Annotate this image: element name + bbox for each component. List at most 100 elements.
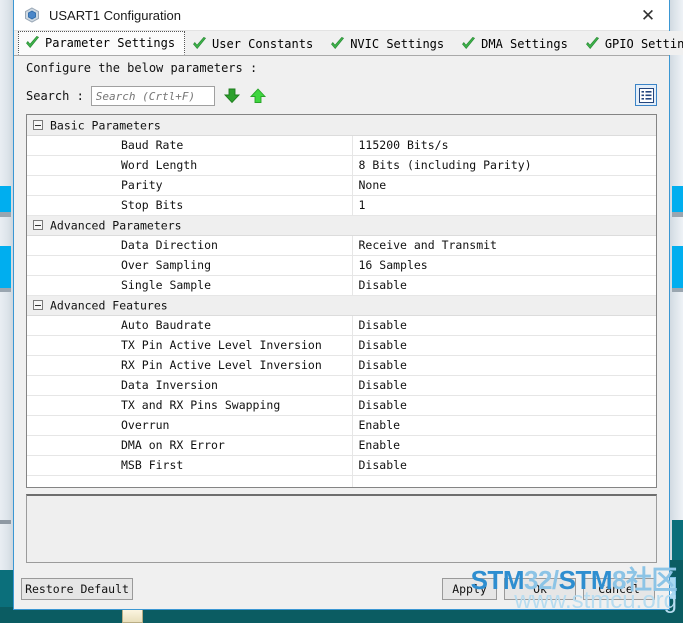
table-filler-row [27, 475, 656, 487]
tab-gpio-settings[interactable]: GPIO Settings [577, 31, 683, 55]
parameter-value[interactable]: Disable [352, 455, 656, 476]
parameter-value[interactable]: Enable [352, 415, 656, 436]
arrow-down-icon[interactable] [223, 87, 241, 105]
apply-button[interactable]: Apply [442, 578, 497, 600]
parameter-group-header[interactable]: Advanced Features [27, 295, 656, 316]
parameter-name: Data Inversion [27, 375, 353, 396]
parameter-value[interactable]: Disable [352, 355, 656, 376]
parameter-value[interactable]: Disable [352, 335, 656, 356]
tab-strip: Parameter Settings User Constants NVIC S… [14, 31, 683, 56]
search-row: Search : [14, 80, 669, 112]
empty-cell [352, 475, 656, 487]
group-label: Basic Parameters [50, 118, 161, 132]
parameter-value[interactable]: None [352, 175, 656, 196]
tab-label: NVIC Settings [350, 36, 445, 51]
parameter-value[interactable]: 16 Samples [352, 255, 656, 276]
close-icon[interactable]: ✕ [633, 4, 663, 28]
background-accent-left-3 [0, 570, 13, 607]
collapse-icon[interactable] [33, 120, 43, 130]
restore-default-button[interactable]: Restore Default [21, 578, 133, 600]
collapse-icon[interactable] [33, 300, 43, 311]
parameter-name: TX Pin Active Level Inversion [27, 335, 353, 356]
tab-dma-settings[interactable]: DMA Settings [454, 31, 578, 55]
table-row[interactable]: Parity None [27, 175, 656, 196]
background-divider-right-1 [672, 212, 683, 217]
parameter-value[interactable]: Disable [352, 375, 656, 396]
window-title: USART1 Configuration [49, 7, 181, 23]
parameter-name: RX Pin Active Level Inversion [27, 355, 353, 376]
table-row[interactable]: TX Pin Active Level Inversion Disable [27, 335, 656, 356]
search-label: Search : [26, 89, 84, 103]
parameter-name: Stop Bits [27, 195, 353, 216]
background-divider-left-2 [0, 288, 11, 292]
list-view-icon[interactable] [635, 84, 657, 106]
ok-button[interactable]: Ok [504, 578, 576, 600]
search-input[interactable] [90, 86, 215, 106]
parameter-name: TX and RX Pins Swapping [27, 395, 353, 416]
background-accent-left-2 [0, 246, 11, 288]
parameter-table[interactable]: Basic Parameters Baud Rate 115200 Bits/s Wo… [26, 114, 657, 488]
background-left-strip [0, 0, 14, 623]
tab-label: GPIO Settings [604, 36, 683, 51]
table-row[interactable]: Stop Bits 1 [27, 195, 656, 216]
background-divider-left-3 [0, 520, 11, 524]
table-row[interactable]: Single Sample Disable [27, 275, 656, 296]
table-row[interactable]: Word Length 8 Bits (including Parity) [27, 155, 656, 176]
parameter-name: Overrun [27, 415, 353, 436]
background-accent-left-1 [0, 186, 11, 212]
collapse-icon[interactable] [33, 220, 43, 231]
table-row[interactable]: DMA on RX Error Enable [27, 435, 656, 456]
description-panel [26, 494, 657, 563]
parameter-value[interactable]: 115200 Bits/s [352, 135, 656, 156]
background-divider-right-2 [672, 288, 683, 292]
green-check-icon [585, 36, 600, 51]
arrow-up-icon[interactable] [249, 87, 267, 105]
table-row[interactable]: Baud Rate 115200 Bits/s [27, 135, 656, 156]
cube-icon [24, 7, 40, 23]
parameter-name: MSB First [27, 455, 353, 476]
tab-label: User Constants [212, 36, 314, 51]
tab-label: DMA Settings [481, 36, 568, 51]
parameter-value[interactable]: Disable [352, 275, 656, 296]
parameter-value[interactable]: 8 Bits (including Parity) [352, 155, 656, 176]
table-row[interactable]: TX and RX Pins Swapping Disable [27, 395, 656, 416]
parameter-group-header[interactable]: Advanced Parameters [27, 215, 656, 236]
green-check-icon [25, 35, 40, 50]
parameter-name: Auto Baudrate [27, 315, 353, 336]
group-label: Advanced Parameters [50, 218, 182, 233]
background-accent-right-2 [672, 246, 683, 288]
table-row[interactable]: Over Sampling 16 Samples [27, 255, 656, 276]
parameter-name: DMA on RX Error [27, 435, 353, 456]
background-accent-right-3 [672, 520, 683, 560]
table-row[interactable]: Data Direction Receive and Transmit [27, 235, 656, 256]
green-check-icon [192, 36, 207, 51]
cancel-button[interactable]: Cancel [583, 578, 655, 600]
parameter-value[interactable]: Disable [352, 315, 656, 336]
usart-configuration-dialog: USART1 Configuration ✕ Parameter Setting… [13, 0, 683, 610]
parameter-value[interactable]: Receive and Transmit [352, 235, 656, 256]
parameter-name: Data Direction [27, 235, 353, 256]
parameter-value[interactable]: Enable [352, 435, 656, 456]
tab-parameter-settings[interactable]: Parameter Settings [18, 31, 186, 55]
group-label: Advanced Features [50, 298, 168, 313]
parameter-name: Single Sample [27, 275, 353, 296]
empty-cell [27, 475, 353, 487]
dialog-button-bar: Restore Default Apply Ok Cancel [14, 563, 669, 609]
parameter-name: Over Sampling [27, 255, 353, 276]
parameter-name: Baud Rate [27, 135, 353, 156]
parameter-value[interactable]: 1 [352, 195, 656, 216]
parameter-value[interactable]: Disable [352, 395, 656, 416]
table-row[interactable]: Auto Baudrate Disable [27, 315, 656, 336]
tab-user-constants[interactable]: User Constants [185, 31, 324, 55]
table-row[interactable]: RX Pin Active Level Inversion Disable [27, 355, 656, 376]
screen: USART1 Configuration ✕ Parameter Setting… [0, 0, 683, 623]
green-check-icon [461, 36, 476, 51]
instruction-text: Configure the below parameters : [26, 61, 258, 75]
table-row[interactable]: Overrun Enable [27, 415, 656, 436]
table-row[interactable]: MSB First Disable [27, 455, 656, 476]
tab-nvic-settings[interactable]: NVIC Settings [323, 31, 455, 55]
parameter-group-header[interactable]: Basic Parameters [27, 115, 656, 136]
table-row[interactable]: Data Inversion Disable [27, 375, 656, 396]
background-accent-right-1 [672, 186, 683, 212]
parameter-name: Parity [27, 175, 353, 196]
